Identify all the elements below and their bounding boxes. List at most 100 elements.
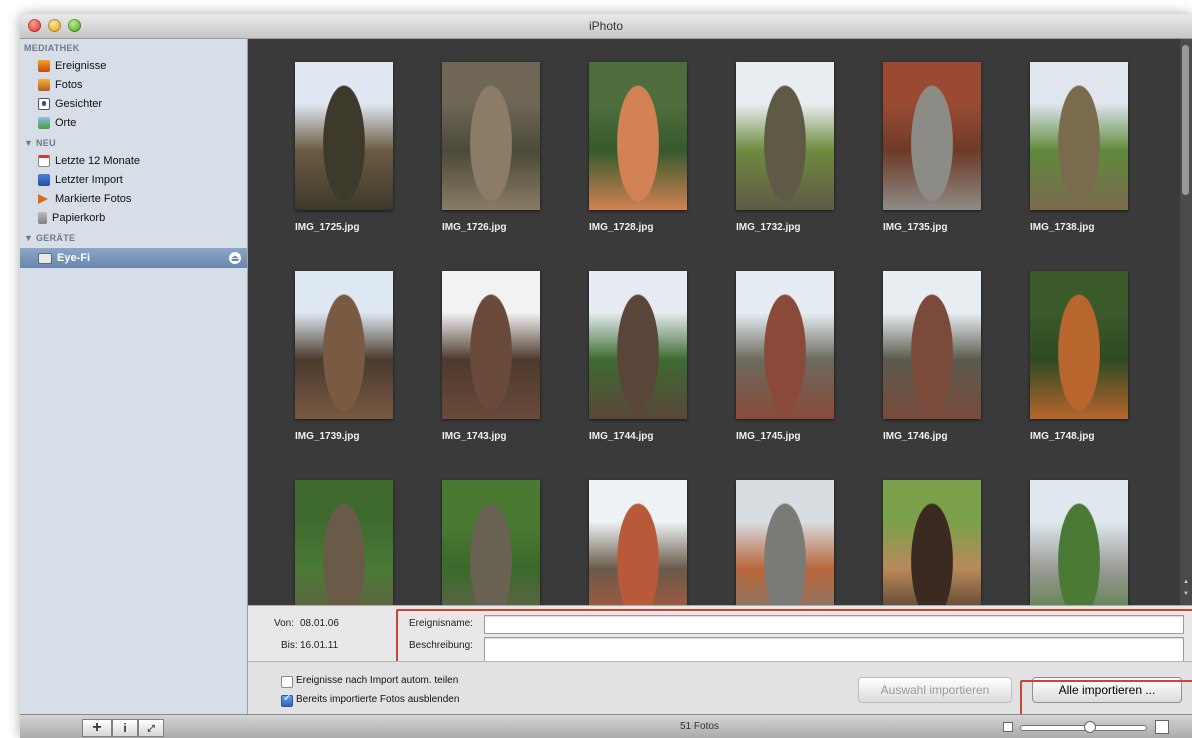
iphoto-window: iPhoto MEDIATHEK Ereignisse Fotos Gesich… [20, 14, 1192, 738]
zoom-slider-knob[interactable] [1083, 721, 1096, 733]
photo-image[interactable] [883, 480, 981, 605]
photo-filename: IMG_1732.jpg [736, 222, 801, 233]
sidebar-item-faces[interactable]: Gesichter [38, 95, 238, 113]
trash-icon [38, 212, 47, 224]
import-selected-button[interactable]: Auswahl importieren [858, 677, 1012, 703]
photo-image[interactable] [1030, 480, 1128, 605]
photo-image[interactable] [589, 480, 687, 605]
eject-icon[interactable]: ⏏ [229, 252, 241, 264]
photo-thumbnail[interactable]: IMG_1738.jpg [1030, 62, 1128, 233]
photo-image[interactable] [295, 480, 393, 605]
photo-thumbnail[interactable]: IMG_1728.jpg [589, 62, 687, 233]
photo-image[interactable] [883, 271, 981, 419]
from-date: 08.01.06 [300, 618, 339, 629]
fullscreen-button[interactable]: ⤢ [138, 719, 164, 737]
import-info-panel: Von: 08.01.06 Bis: 16.01.11 Ereignisname… [248, 605, 1192, 673]
photo-filename: IMG_1743.jpg [442, 431, 507, 442]
photo-thumbnail[interactable]: IMG_1746.jpg [883, 271, 981, 442]
split-events-checkbox[interactable] [281, 676, 293, 688]
sidebar-item-label: Fotos [55, 79, 83, 91]
photo-thumbnail[interactable]: IMG_1743.jpg [442, 271, 540, 442]
photo-count: 51 Fotos [680, 721, 719, 732]
section-new[interactable]: ▼ NEU [24, 138, 56, 148]
photo-image[interactable] [442, 271, 540, 419]
camera-icon [38, 252, 52, 264]
photo-thumbnail[interactable]: IMG_1739.jpg [295, 271, 393, 442]
grid-scrollbar[interactable]: ▲ ▼ [1180, 39, 1192, 605]
photo-filename: IMG_1746.jpg [883, 431, 948, 442]
photo-image[interactable] [442, 480, 540, 605]
photos-icon [38, 79, 50, 91]
scroll-down-icon[interactable]: ▼ [1183, 591, 1189, 597]
sidebar-item-label: Ereignisse [55, 60, 107, 72]
photo-thumbnail[interactable] [442, 480, 540, 605]
photo-thumbnail[interactable]: IMG_1744.jpg [589, 271, 687, 442]
photo-filename: IMG_1748.jpg [1030, 431, 1095, 442]
calendar-icon [38, 155, 50, 167]
photo-thumbnail[interactable] [1030, 480, 1128, 605]
photo-thumbnail[interactable] [883, 480, 981, 605]
sidebar-item-label: Letzter Import [55, 174, 123, 186]
zoom-large-icon [1155, 720, 1169, 734]
sidebar-item-label: Letzte 12 Monate [55, 155, 141, 167]
photo-image[interactable] [295, 271, 393, 419]
to-date: 16.01.11 [300, 640, 339, 651]
sidebar-item-label: Markierte Fotos [55, 193, 132, 205]
photo-filename: IMG_1735.jpg [883, 222, 948, 233]
photo-thumbnail[interactable]: IMG_1726.jpg [442, 62, 540, 233]
photo-filename: IMG_1738.jpg [1030, 222, 1095, 233]
sidebar-item-label: Gesichter [55, 98, 103, 110]
photo-image[interactable] [736, 271, 834, 419]
photo-thumbnail[interactable] [295, 480, 393, 605]
section-devices[interactable]: ▼ GERÄTE [24, 233, 75, 243]
status-bar: + i ⤢ 51 Fotos [20, 714, 1192, 738]
photo-image[interactable] [883, 62, 981, 210]
photo-thumbnail[interactable]: IMG_1748.jpg [1030, 271, 1128, 442]
import-options-bar: Ereignisse nach Import autom. teilen Ber… [248, 661, 1192, 734]
photo-image[interactable] [736, 62, 834, 210]
photo-thumbnail[interactable] [589, 480, 687, 605]
photo-image[interactable] [589, 271, 687, 419]
sidebar-item-flagged[interactable]: Markierte Fotos [38, 190, 238, 208]
sidebar-item-places[interactable]: Orte [38, 114, 238, 132]
hide-imported-label: Bereits importierte Fotos ausblenden [296, 694, 460, 705]
photo-image[interactable] [442, 62, 540, 210]
photo-filename: IMG_1739.jpg [295, 431, 360, 442]
photo-filename: IMG_1726.jpg [442, 222, 507, 233]
faces-icon [38, 98, 50, 110]
from-label: Von: [274, 618, 295, 629]
places-icon [38, 117, 50, 129]
scrollbar-thumb[interactable] [1182, 45, 1189, 195]
photo-filename: IMG_1745.jpg [736, 431, 801, 442]
photo-image[interactable] [1030, 62, 1128, 210]
sidebar-item-trash[interactable]: Papierkorb [38, 209, 238, 227]
photo-thumbnail[interactable]: IMG_1732.jpg [736, 62, 834, 233]
sidebar-item-events[interactable]: Ereignisse [38, 57, 238, 75]
sidebar-item-last-import[interactable]: Letzter Import [38, 171, 238, 189]
photo-image[interactable] [589, 62, 687, 210]
sidebar-item-last-12-months[interactable]: Letzte 12 Monate [38, 152, 238, 170]
add-button[interactable]: + [82, 719, 112, 737]
photo-thumbnail[interactable]: IMG_1735.jpg [883, 62, 981, 233]
hide-imported-checkbox[interactable] [281, 693, 293, 707]
sidebar-item-photos[interactable]: Fotos [38, 76, 238, 94]
events-icon [38, 60, 50, 72]
photo-image[interactable] [736, 480, 834, 605]
photo-thumbnail[interactable]: IMG_1745.jpg [736, 271, 834, 442]
photo-thumbnail[interactable]: IMG_1725.jpg [295, 62, 393, 233]
info-button[interactable]: i [112, 719, 138, 737]
photo-grid: IMG_1725.jpg IMG_1726.jpg IMG_1728.jpg IMG_… [248, 39, 1180, 605]
zoom-small-icon [1003, 722, 1013, 732]
sidebar-item-eye-fi[interactable]: Eye-Fi ⏏ [20, 248, 247, 268]
sidebar-item-label: Eye-Fi [57, 252, 91, 264]
source-list-sidebar: MEDIATHEK Ereignisse Fotos Gesichter Ort… [20, 39, 248, 714]
scroll-up-icon[interactable]: ▲ [1183, 579, 1189, 585]
photo-image[interactable] [295, 62, 393, 210]
photo-filename: IMG_1728.jpg [589, 222, 654, 233]
section-library: MEDIATHEK [24, 43, 80, 53]
photo-filename: IMG_1744.jpg [589, 431, 654, 442]
photo-filename: IMG_1725.jpg [295, 222, 360, 233]
photo-image[interactable] [1030, 271, 1128, 419]
title-bar: iPhoto [20, 14, 1192, 39]
photo-thumbnail[interactable] [736, 480, 834, 605]
